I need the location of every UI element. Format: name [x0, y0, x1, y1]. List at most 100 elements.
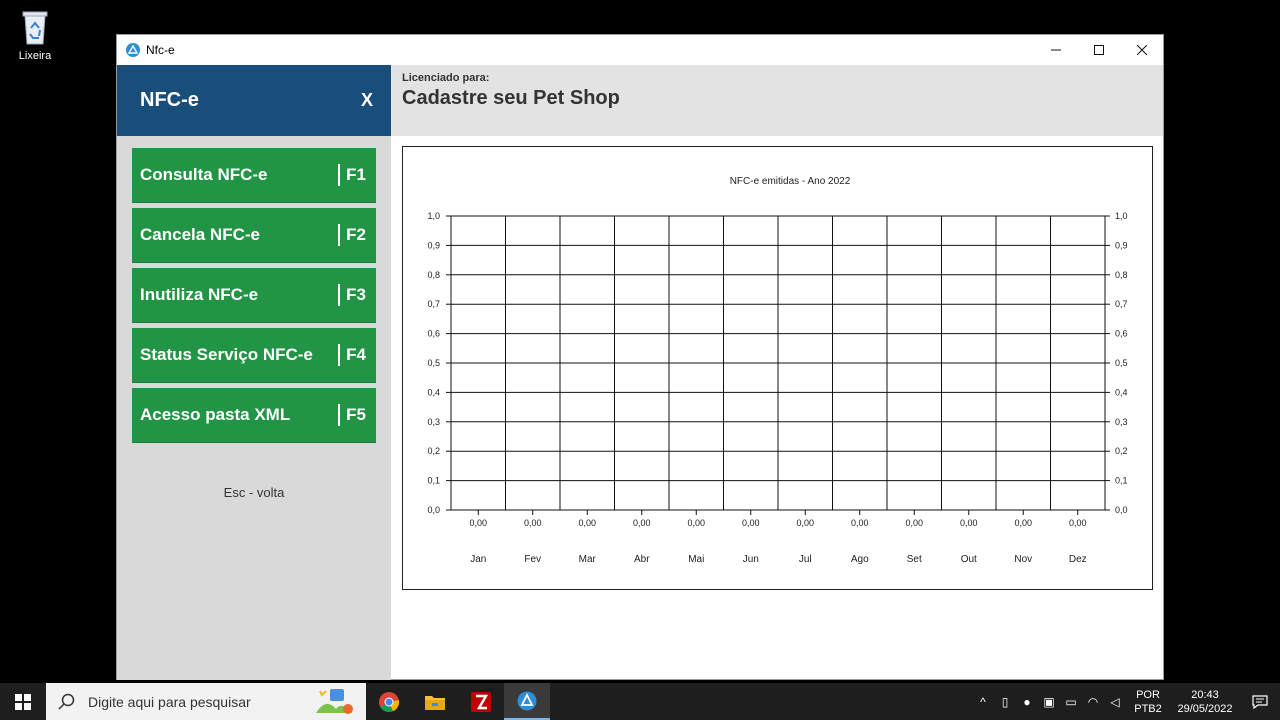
clock-time: 20:43	[1191, 688, 1219, 701]
menu-item-label: Status Serviço NFC-e	[140, 345, 313, 364]
bar-value-label: 0,00	[633, 518, 651, 528]
cancela-nfce-button[interactable]: Cancela NFC-e F2	[132, 208, 376, 263]
microphone-icon[interactable]: ●	[1016, 695, 1038, 709]
app-icon	[126, 43, 140, 57]
y-tick-label-left: 0,1	[427, 476, 440, 486]
bar-value-label: 0,00	[851, 518, 869, 528]
maximize-button[interactable]	[1077, 35, 1120, 65]
device-icon[interactable]: ▯	[994, 695, 1016, 709]
y-tick-label-right: 0,0	[1115, 505, 1128, 515]
nfce-app-icon	[517, 691, 537, 710]
sidebar: NFC-e X Consulta NFC-e F1 Cancela NFC-e …	[117, 65, 391, 680]
bar-value-label: 0,00	[796, 518, 814, 528]
category-label: Dez	[1069, 554, 1087, 565]
taskbar-chrome[interactable]	[366, 683, 412, 720]
taskbar-filezilla[interactable]	[458, 683, 504, 720]
y-tick-label-right: 0,1	[1115, 476, 1128, 486]
recycle-bin-label: Lixeira	[18, 50, 52, 62]
bar-value-label: 0,00	[742, 518, 760, 528]
windows-icon	[15, 693, 31, 710]
category-label: Out	[961, 554, 977, 565]
title-bar[interactable]: Nfc-e	[117, 35, 1163, 65]
y-tick-label-left: 0,6	[427, 329, 440, 339]
filezilla-icon	[471, 691, 491, 712]
notification-button[interactable]	[1240, 694, 1280, 709]
maximize-icon	[1093, 45, 1104, 55]
window-title: Nfc-e	[146, 43, 175, 57]
close-window-button[interactable]	[1120, 35, 1163, 65]
taskbar-file-explorer[interactable]	[412, 683, 458, 720]
minimize-icon	[1050, 49, 1061, 51]
battery-icon[interactable]: ▭	[1060, 695, 1082, 709]
wifi-icon[interactable]: ◠	[1082, 695, 1104, 709]
y-tick-label-right: 0,8	[1115, 270, 1128, 280]
search-placeholder: Digite aqui para pesquisar	[88, 693, 251, 710]
category-label: Fev	[524, 554, 541, 565]
clock-date: 29/05/2022	[1177, 702, 1233, 715]
recycle-bin-icon	[17, 6, 53, 46]
language-indicator[interactable]: POR PTB2	[1130, 688, 1166, 716]
chart-canvas: NFC-e emitidas - Ano 2022 0,0 0,0 0,1 0,1 0,2…	[427, 176, 1128, 565]
y-tick-label-left: 0,9	[427, 240, 440, 250]
bar-value-label: 0,00	[469, 518, 487, 528]
y-tick-label-left: 0,3	[427, 417, 440, 427]
sidebar-menu: Consulta NFC-e F1 Cancela NFC-e F2 Inuti…	[132, 148, 376, 448]
recycle-bin-shortcut[interactable]: Lixeira	[10, 6, 60, 62]
y-tick-label-left: 0,8	[427, 270, 440, 280]
chart-title: NFC-e emitidas - Ano 2022	[730, 176, 851, 187]
file-explorer-icon	[425, 695, 445, 710]
bar-value-label: 0,00	[960, 518, 978, 528]
consulta-nfce-button[interactable]: Consulta NFC-e F1	[132, 148, 376, 203]
minimize-button[interactable]	[1034, 35, 1077, 65]
chevron-up-icon[interactable]: ^	[972, 695, 994, 709]
y-tick-label-right: 0,2	[1115, 446, 1128, 456]
search-highlight-icon	[316, 689, 353, 714]
search-icon	[58, 693, 75, 710]
y-tick-label-right: 0,4	[1115, 387, 1128, 397]
bar-value-label: 0,00	[1069, 518, 1087, 528]
y-tick-label-right: 0,5	[1115, 358, 1128, 368]
bar-value-label: 0,00	[578, 518, 596, 528]
sidebar-header: NFC-e X	[117, 65, 391, 136]
menu-item-label: Cancela NFC-e	[140, 225, 260, 244]
y-tick-label-right: 0,6	[1115, 329, 1128, 339]
shortcut-key: F3	[338, 284, 366, 306]
y-tick-label-right: 0,7	[1115, 299, 1128, 309]
y-tick-label-right: 1,0	[1115, 211, 1128, 221]
inutiliza-nfce-button[interactable]: Inutiliza NFC-e F3	[132, 268, 376, 323]
nfce-window: Nfc-e NFC-e X Consulta NFC-e F1 Cancela	[116, 34, 1164, 680]
start-button[interactable]	[0, 683, 46, 720]
category-label: Jan	[470, 554, 486, 565]
volume-icon[interactable]: ◁	[1104, 695, 1126, 709]
category-label: Mar	[579, 554, 597, 565]
license-header: Licenciado para: Cadastre seu Pet Shop	[391, 65, 1163, 136]
shortcut-key: F2	[338, 224, 366, 246]
taskbar: Digite aqui para pesquisar ^ ▯ ● ▣ ▭ ◠ ◁…	[0, 683, 1280, 720]
taskbar-nfce-app[interactable]	[504, 683, 550, 720]
bar-value-label: 0,00	[1014, 518, 1032, 528]
licensed-label: Licenciado para:	[402, 72, 490, 84]
system-tray: ^ ▯ ● ▣ ▭ ◠ ◁ POR PTB2 20:43 29/05/2022	[972, 683, 1280, 720]
menu-item-label: Inutiliza NFC-e	[140, 285, 259, 304]
nfce-chart: NFC-e emitidas - Ano 2022 0,0 0,0 0,1 0,1 0,2…	[402, 146, 1153, 590]
language-code: POR	[1136, 688, 1160, 701]
shortcut-key: F4	[338, 344, 366, 366]
notification-icon	[1252, 694, 1268, 709]
category-label: Jul	[799, 554, 812, 565]
taskbar-search[interactable]: Digite aqui para pesquisar	[46, 683, 366, 720]
shop-name: Cadastre seu Pet Shop	[402, 87, 620, 109]
y-tick-label-left: 0,0	[427, 505, 440, 515]
acesso-pasta-xml-button[interactable]: Acesso pasta XML F5	[132, 388, 376, 443]
shortcut-key: F5	[338, 404, 366, 426]
sidebar-close-button[interactable]: X	[361, 90, 373, 111]
esc-hint: Esc - volta	[223, 485, 285, 500]
sidebar-title: NFC-e	[140, 89, 199, 111]
category-label: Nov	[1014, 554, 1032, 565]
clock[interactable]: 20:43 29/05/2022	[1170, 688, 1240, 716]
y-tick-label-left: 0,5	[427, 358, 440, 368]
close-icon	[1136, 45, 1147, 55]
status-servico-button[interactable]: Status Serviço NFC-e F4	[132, 328, 376, 383]
camera-icon[interactable]: ▣	[1038, 695, 1060, 709]
menu-item-label: Consulta NFC-e	[140, 165, 268, 184]
category-label: Mai	[688, 554, 704, 565]
